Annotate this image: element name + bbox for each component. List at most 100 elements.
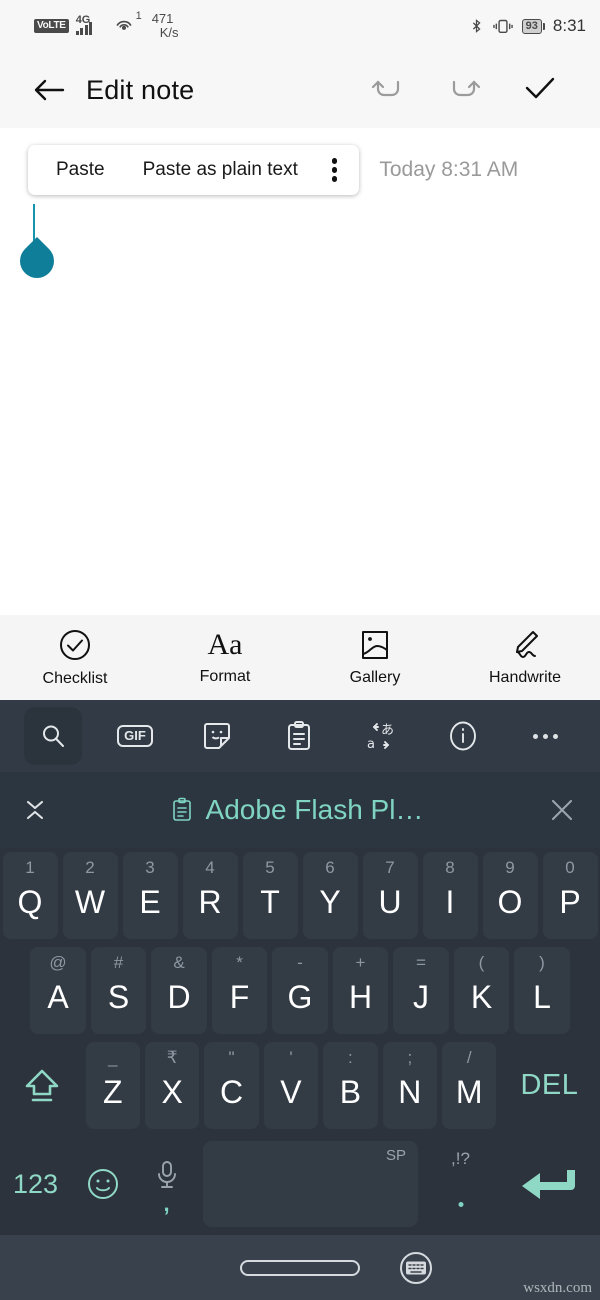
app-bar: Edit note — [0, 52, 600, 128]
key-d[interactable]: & D — [151, 947, 207, 1034]
hide-keyboard-icon — [400, 1252, 432, 1284]
clipboard-suggestion-chip[interactable]: Adobe Flash Pl… — [62, 794, 532, 826]
sticker-icon — [204, 723, 230, 749]
key-j[interactable]: = J — [393, 947, 449, 1034]
key-alt-label: ; — [407, 1048, 413, 1067]
collapse-keyboard-button[interactable] — [8, 796, 62, 824]
shift-key[interactable] — [3, 1042, 81, 1129]
key-b[interactable]: :B — [323, 1042, 378, 1129]
paste-context-menu: Paste Paste as plain text Today 8:31 AM — [28, 145, 518, 195]
keyboard-gif-button[interactable]: GIF — [106, 707, 164, 765]
key-r[interactable]: 4R — [182, 852, 238, 939]
key-v[interactable]: ' V — [263, 1042, 319, 1129]
key-alt-label: ₹ — [166, 1048, 178, 1067]
pen-scribble-icon — [516, 630, 538, 658]
keyboard-info-button[interactable] — [434, 707, 492, 765]
key-main-label: G — [287, 979, 313, 1015]
more-vertical-icon[interactable] — [331, 158, 338, 182]
app-bar-actions — [370, 73, 558, 108]
key-i[interactable]: 8I — [422, 852, 478, 939]
keyboard-clipboard-button[interactable] — [270, 707, 328, 765]
key-g[interactable]: -G — [272, 947, 328, 1034]
format-toolbar: Checklist Aa Format Gallery Handwrite — [0, 615, 600, 700]
save-button[interactable] — [522, 73, 558, 108]
key-main-label: E — [139, 884, 161, 920]
hide-keyboard-button[interactable] — [395, 1247, 437, 1294]
emoji-key[interactable] — [74, 1137, 132, 1231]
paste-as-plain-text-button[interactable]: Paste as plain text — [143, 159, 298, 181]
key-p[interactable]: 0P — [542, 852, 598, 939]
key-t[interactable]: 5T — [242, 852, 298, 939]
key-main-label: B — [339, 1074, 362, 1110]
key-c[interactable]: " C — [204, 1042, 259, 1129]
status-bar: VoLTE 4G 1 471 K/s 93 8:31 — [0, 0, 600, 52]
toolbar-label-checklist: Checklist — [42, 669, 108, 687]
paste-popup: Paste Paste as plain text — [28, 145, 360, 195]
keyboard-toolbar: GIF あ a — [0, 700, 600, 772]
space-key[interactable]: SP — [203, 1141, 418, 1227]
paste-button[interactable]: Paste — [56, 159, 105, 181]
key-main-label: R — [198, 884, 222, 920]
key-o[interactable]: 9O — [482, 852, 538, 939]
keyboard-translate-button[interactable]: あ a — [352, 707, 410, 765]
text-cursor-handle-icon[interactable] — [12, 204, 62, 286]
key-alt-label: / — [466, 1048, 472, 1067]
vibrate-icon — [492, 19, 513, 33]
key-main-label: A — [47, 979, 69, 1015]
keyboard-sticker-button[interactable] — [188, 707, 246, 765]
undo-button[interactable] — [370, 73, 406, 108]
key-z[interactable]: _ Z — [85, 1042, 140, 1129]
key-main-label: P — [559, 884, 581, 920]
key-f[interactable]: * F — [211, 947, 268, 1034]
key-w[interactable]: 2W — [62, 852, 118, 939]
key-main-label: X — [161, 1074, 183, 1110]
key-main-label: H — [348, 979, 373, 1015]
redo-button[interactable] — [446, 73, 482, 108]
key-l[interactable]: ) L — [514, 947, 570, 1034]
key-main-label: D — [167, 979, 191, 1015]
network-speed: 471 K/s — [152, 12, 179, 39]
numbers-key-label: 123 — [12, 1168, 59, 1199]
key-x[interactable]: ₹ X — [144, 1042, 200, 1129]
key-main-label: O — [497, 884, 523, 920]
keyboard-more-button[interactable] — [516, 707, 574, 765]
clipboard-close-button[interactable] — [532, 794, 592, 826]
back-button[interactable] — [28, 69, 70, 111]
home-pill-icon[interactable] — [240, 1259, 360, 1276]
keyboard-row-1: 1Q 2W 3E 4R 5T 6Y 7U 8I 9O 0P — [0, 848, 600, 943]
key-k[interactable]: (K — [453, 947, 510, 1034]
key-alt-label: : — [348, 1048, 353, 1067]
enter-key[interactable] — [502, 1137, 598, 1231]
voice-input-key[interactable]: , — [137, 1137, 197, 1231]
key-alt-label: 6 — [325, 858, 335, 877]
numbers-key[interactable]: 123 — [3, 1137, 69, 1231]
toolbar-item-format[interactable]: Aa Format — [150, 629, 300, 686]
key-u[interactable]: 7U — [362, 852, 418, 939]
note-editor-body[interactable]: Paste Paste as plain text Today 8:31 AM — [0, 128, 600, 615]
delete-key[interactable]: DEL — [501, 1042, 597, 1129]
toolbar-item-checklist[interactable]: Checklist — [0, 628, 150, 688]
toolbar-item-handwrite[interactable]: Handwrite — [450, 629, 600, 687]
network-speed-unit: K/s — [159, 25, 179, 40]
toolbar-item-gallery[interactable]: Gallery — [300, 629, 450, 687]
key-y[interactable]: 6Y — [302, 852, 358, 939]
key-alt-label: 4 — [205, 858, 215, 877]
keyboard-search-button[interactable] — [24, 707, 82, 765]
key-q[interactable]: 1Q — [2, 852, 58, 939]
microphone-icon — [157, 1161, 176, 1188]
key-main-label: Q — [17, 884, 43, 920]
image-icon — [362, 630, 388, 659]
key-m[interactable]: / M — [442, 1042, 497, 1129]
key-h[interactable]: + H — [332, 947, 389, 1034]
key-n[interactable]: ; N — [382, 1042, 438, 1129]
phone-screen: VoLTE 4G 1 471 K/s 93 8:31 Edit note Pas… — [0, 0, 600, 1300]
keyboard-row-4: 123 , SP ,!? — [0, 1133, 600, 1235]
key-alt-label: @ — [49, 953, 67, 972]
key-s[interactable]: # S — [90, 947, 147, 1034]
key-alt-label: - — [297, 953, 303, 972]
key-e[interactable]: 3E — [122, 852, 178, 939]
punctuation-key[interactable]: ,!? — [425, 1137, 497, 1231]
key-a[interactable]: @ A — [30, 947, 86, 1034]
key-main-label: I — [445, 884, 455, 920]
key-alt-label: + — [355, 953, 366, 972]
